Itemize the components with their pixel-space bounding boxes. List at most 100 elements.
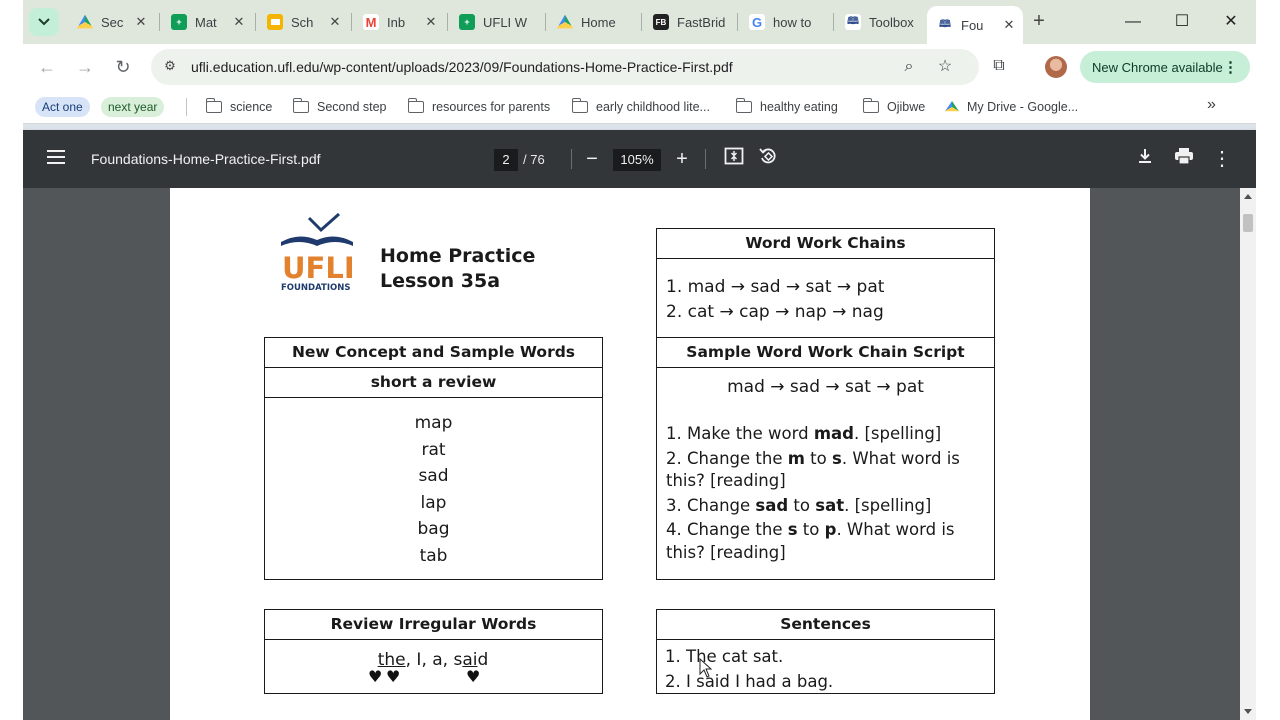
chain-item: 1. mad → sad → sat → pat [666, 277, 885, 297]
close-icon[interactable]: ✕ [133, 14, 149, 30]
bookmark-star-icon[interactable]: ☆ [935, 57, 955, 77]
box-header: New Concept and Sample Words [265, 338, 602, 368]
tab-title: Sch [291, 14, 314, 30]
sample-word: sad [418, 466, 449, 487]
tab-1[interactable]: Sec ✕ [67, 6, 155, 38]
more-bookmarks-icon[interactable]: » [1207, 96, 1216, 114]
bookmark-folder[interactable]: science [205, 98, 272, 116]
bookmark-folder[interactable]: healthy eating [735, 98, 838, 116]
back-button[interactable]: ← [35, 55, 59, 79]
tab-title: Fou [961, 17, 984, 33]
close-window-button[interactable]: ✕ [1208, 10, 1254, 34]
box-header: Review Irregular Words [265, 610, 602, 640]
page-number-input[interactable]: 2 [494, 149, 518, 171]
browser-toolbar: ← → ↻ ⚙ ufli.education.ufl.edu/wp-conten… [23, 44, 1256, 90]
chevron-down-icon [38, 18, 50, 26]
box-header: Sentences [657, 610, 994, 640]
download-button[interactable] [1132, 146, 1158, 172]
bookmark-folder[interactable]: early childhood lite... [571, 98, 710, 116]
bookmark-my-drive[interactable]: My Drive - Google... [945, 98, 1078, 116]
right-margin [1256, 0, 1280, 720]
pdf-page: UFLI FOUNDATIONS Home Practice Lesson 35… [170, 188, 1090, 720]
google-icon: G [749, 14, 765, 30]
mouse-cursor-icon [699, 658, 713, 678]
tab-3[interactable]: Sch ✕ [257, 6, 349, 38]
more-actions-icon[interactable]: ⋮ [1209, 146, 1235, 172]
bookmark-chip-act-one[interactable]: Act one [35, 97, 90, 117]
rotate-icon [759, 148, 776, 164]
tab-4[interactable]: M Inb ✕ [353, 6, 445, 38]
chain-item: 2. cat → cap → nap → nag [666, 302, 884, 322]
word-work-chains-box: Word Work Chains 1. mad → sad → sat → pa… [656, 228, 995, 338]
sample-word: bag [417, 519, 450, 540]
google-drive-icon [77, 14, 93, 29]
pdf-viewport[interactable]: UFLI FOUNDATIONS Home Practice Lesson 35… [23, 188, 1240, 720]
zoom-in-button[interactable]: + [669, 146, 695, 172]
tab-active[interactable]: 🕮 Fou ✕ [927, 6, 1023, 44]
scroll-up-arrow-icon[interactable] [1244, 194, 1252, 199]
bookmark-folder[interactable]: Ojibwe [862, 98, 926, 116]
chain-script-box: Sample Word Work Chain Script mad → sad … [656, 337, 995, 580]
tab-6[interactable]: Home [547, 6, 639, 38]
zoom-level-input[interactable]: 105% [613, 149, 661, 171]
rotate-button[interactable] [755, 146, 781, 172]
minimize-button[interactable]: — [1110, 10, 1156, 34]
close-icon[interactable]: ✕ [1001, 17, 1017, 33]
google-drive-icon [557, 14, 573, 29]
title-line-2: Lesson 35a [380, 270, 501, 292]
tab-title: Toolbox [869, 14, 914, 30]
bookmark-label: Ojibwe [887, 100, 926, 114]
bookmark-label: Second step [317, 100, 387, 114]
heart-icon: ♥ [368, 667, 383, 686]
new-tab-button[interactable]: + [1027, 10, 1051, 34]
reload-button[interactable]: ↻ [111, 55, 135, 79]
tab-5[interactable]: + UFLI W [449, 6, 543, 38]
more-vert-icon[interactable]: ⋮ [1223, 58, 1238, 76]
tab-9[interactable]: 🕮 Toolbox [835, 6, 927, 38]
script-step: 2. Change the m to s. What word is this?… [666, 448, 960, 491]
pdf-scrollbar[interactable] [1240, 188, 1256, 720]
folder-icon [407, 98, 424, 113]
zoom-out-button[interactable]: − [579, 146, 605, 172]
sample-word: lap [420, 492, 447, 513]
folder-icon [292, 98, 309, 113]
heart-icon: ♥ [466, 667, 481, 686]
print-button[interactable] [1171, 146, 1197, 172]
script-step: 4. Change the s to p. What word is this?… [666, 520, 955, 562]
tab-2[interactable]: + Mat ✕ [161, 6, 253, 38]
bookmark-folder[interactable]: resources for parents [407, 98, 550, 116]
close-icon[interactable]: ✕ [423, 14, 439, 30]
maximize-button[interactable]: ☐ [1159, 10, 1205, 34]
update-chrome-button[interactable]: New Chrome available ⋮ [1080, 51, 1250, 83]
tab-search-button[interactable] [29, 8, 59, 36]
sentences-box: Sentences 1. The cat sat. 2. I said I ha… [656, 609, 995, 694]
tab-7[interactable]: FB FastBrid [643, 6, 735, 38]
close-icon[interactable]: ✕ [231, 14, 247, 30]
close-icon[interactable]: ✕ [327, 14, 343, 30]
irregular-word: a [432, 650, 443, 670]
site-info-icon[interactable]: ⚙ [161, 58, 179, 76]
forward-button[interactable]: → [73, 55, 97, 79]
bookmark-folder[interactable]: Second step [292, 98, 387, 116]
script-step: 3. Change sad to sat. [spelling] [666, 495, 932, 515]
pdf-filename: Foundations-Home-Practice-First.pdf [91, 151, 321, 167]
avatar[interactable] [1045, 56, 1067, 78]
page-total: / 76 [523, 152, 545, 167]
scroll-down-arrow-icon[interactable] [1244, 709, 1252, 714]
extensions-icon[interactable]: ⧉ [989, 57, 1009, 77]
tab-8[interactable]: G how to [739, 6, 831, 38]
sample-word: rat [421, 439, 446, 460]
bookmark-chip-next-year[interactable]: next year [101, 97, 165, 117]
folder-icon [205, 98, 222, 113]
bookmark-label: My Drive - Google... [967, 100, 1079, 114]
scroll-thumb[interactable] [1243, 214, 1253, 232]
print-icon [1175, 148, 1193, 165]
address-bar[interactable]: ⚙ ufli.education.ufl.edu/wp-content/uplo… [151, 49, 979, 85]
zoom-icon[interactable]: ⌕ [899, 57, 919, 77]
fit-page-button[interactable] [721, 146, 747, 172]
fit-page-icon [724, 147, 744, 165]
url-text[interactable]: ufli.education.ufl.edu/wp-content/upload… [191, 59, 733, 75]
doc-title: Home Practice Lesson 35a [380, 244, 535, 294]
logo-subtitle: FOUNDATIONS [281, 283, 350, 292]
menu-icon[interactable] [47, 150, 65, 164]
